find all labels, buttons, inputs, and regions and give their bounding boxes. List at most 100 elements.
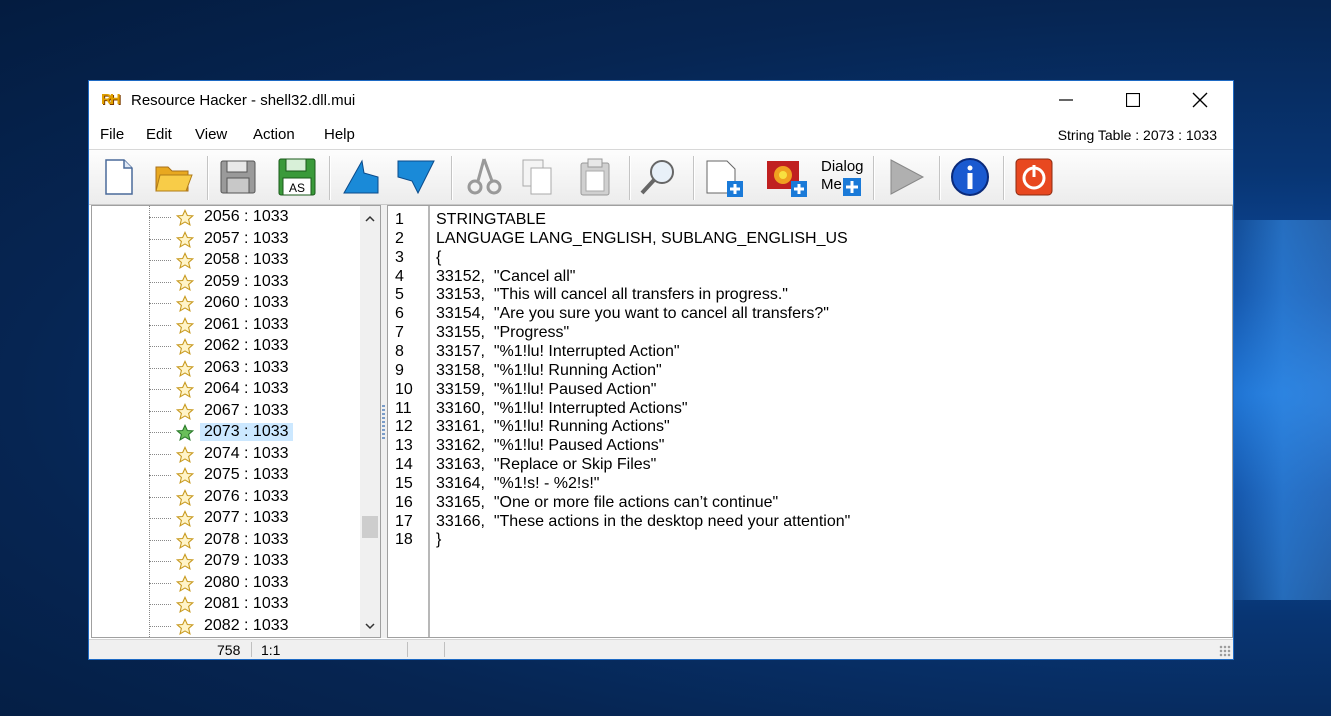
cut-button[interactable] <box>463 156 505 198</box>
line-number: 4 <box>395 267 404 285</box>
menu-view[interactable]: View <box>195 126 227 143</box>
save-as-button[interactable]: AS <box>276 156 318 198</box>
star-icon <box>176 617 194 635</box>
tree-item[interactable]: 2076 : 1033 <box>92 487 362 508</box>
line-number: 14 <box>395 456 413 474</box>
menu-help[interactable]: Help <box>324 126 355 143</box>
open-folder-icon <box>155 166 193 192</box>
save-button[interactable] <box>217 156 259 198</box>
forward-arrow-icon <box>397 160 435 195</box>
code-line: 33166, "These actions in the desktop nee… <box>436 512 851 530</box>
tree-item[interactable]: 2063 : 1033 <box>92 358 362 379</box>
tree-item[interactable]: 2074 : 1033 <box>92 444 362 465</box>
minimize-icon <box>1059 99 1073 101</box>
star-icon <box>176 467 194 484</box>
tree-item[interactable]: 2081 : 1033 <box>92 594 362 615</box>
tree-item-label: 2063 : 1033 <box>204 358 289 376</box>
script-editor[interactable]: 1 2 3 4 5 6 7 8 9 10 11 12 13 14 15 16 17 18 STRINGTABLE L… <box>387 205 1233 638</box>
tree-item[interactable]: 2079 : 1033 <box>92 551 362 572</box>
star-icon <box>176 445 194 463</box>
maximize-icon <box>1126 93 1140 107</box>
line-number: 3 <box>395 248 404 266</box>
tree-item-label: 2077 : 1033 <box>204 509 289 526</box>
code-line: 33153, "This will cancel all transfers i… <box>436 286 788 304</box>
status-bar: 758 1:1 <box>89 639 1233 659</box>
add-resource-button[interactable] <box>703 156 745 198</box>
tree-scrollbar[interactable] <box>360 206 380 637</box>
open-button[interactable] <box>153 156 195 198</box>
add-dialog-menu-button[interactable]: Dialog Me <box>817 156 865 198</box>
line-number: 11 <box>395 399 412 417</box>
code-line: { <box>436 248 442 266</box>
scroll-up-button[interactable] <box>360 208 380 228</box>
tree-item[interactable]: 2056 : 1033 <box>92 207 362 228</box>
exit-button[interactable] <box>1013 156 1055 198</box>
code-line: 33163, "Replace or Skip Files" <box>436 456 657 474</box>
star-icon <box>176 531 194 549</box>
tree-item[interactable]: 2067 : 1033 <box>92 401 362 422</box>
tree-item[interactable]: 2062 : 1033 <box>92 336 362 357</box>
forward-button[interactable] <box>395 156 437 198</box>
run-button[interactable] <box>885 156 927 198</box>
tree-item[interactable]: 2078 : 1033 <box>92 530 362 551</box>
maximize-button[interactable] <box>1110 81 1156 119</box>
star-icon <box>176 316 194 334</box>
tree-item[interactable]: 2073 : 1033 <box>92 422 362 443</box>
info-button[interactable] <box>949 156 991 198</box>
line-number: 13 <box>395 437 413 455</box>
tree-item[interactable]: 2075 : 1033 <box>92 465 362 486</box>
tree-item[interactable]: 2082 : 1033 <box>92 616 362 637</box>
new-file-icon <box>105 159 133 195</box>
tree-item[interactable]: 2077 : 1033 <box>92 508 362 529</box>
tree-item-label: 2078 : 1033 <box>204 530 289 548</box>
code-line: 33152, "Cancel all" <box>436 267 576 285</box>
tree-item-label: 2059 : 1033 <box>204 272 289 290</box>
resource-path-status: String Table : 2073 : 1033 <box>1057 127 1217 143</box>
tree-item[interactable]: 2058 : 1033 <box>92 250 362 271</box>
star-icon <box>176 252 194 269</box>
line-number: 16 <box>395 493 413 511</box>
scroll-thumb[interactable] <box>362 516 378 538</box>
code-line: 33162, "%1!lu! Paused Actions" <box>436 437 665 455</box>
menu-file[interactable]: File <box>100 126 124 143</box>
star-icon <box>176 596 194 613</box>
tree-item[interactable]: 2061 : 1033 <box>92 315 362 336</box>
back-button[interactable] <box>339 156 381 198</box>
resource-tree[interactable]: 2056 : 1033 2057 : 1033 2058 : 1033 2059 : … <box>91 205 381 638</box>
line-number: 8 <box>395 342 404 360</box>
line-number: 10 <box>395 380 413 398</box>
line-number: 6 <box>395 305 404 323</box>
minimize-button[interactable] <box>1043 81 1089 119</box>
new-button[interactable] <box>98 156 140 198</box>
code-line: } <box>436 531 442 549</box>
toolbar: AS Dialog Me <box>89 149 1233 205</box>
tree-item[interactable]: 2060 : 1033 <box>92 293 362 314</box>
add-resource-icon <box>706 160 743 197</box>
menu-edit[interactable]: Edit <box>146 126 172 143</box>
star-icon <box>176 381 194 398</box>
find-button[interactable] <box>637 156 679 198</box>
save-icon <box>220 160 256 194</box>
star-icon <box>176 230 194 248</box>
line-number: 12 <box>395 418 413 436</box>
star-icon <box>176 295 194 312</box>
add-image-button[interactable] <box>765 156 807 198</box>
run-icon <box>890 159 925 195</box>
line-number-gutter: 1 2 3 4 5 6 7 8 9 10 11 12 13 14 15 16 17 18 <box>388 206 430 637</box>
tree-item-label: 2076 : 1033 <box>204 487 289 505</box>
add-image-icon <box>767 161 807 197</box>
paste-button[interactable] <box>574 156 616 198</box>
tree-item-label: 2064 : 1033 <box>204 380 289 397</box>
tree-item[interactable]: 2059 : 1033 <box>92 272 362 293</box>
tree-item[interactable]: 2080 : 1033 <box>92 573 362 594</box>
star-icon <box>176 273 194 291</box>
size-grip[interactable] <box>1219 645 1231 657</box>
tree-item-label: 2075 : 1033 <box>204 466 289 483</box>
close-button[interactable] <box>1177 81 1223 119</box>
tree-item[interactable]: 2057 : 1033 <box>92 229 362 250</box>
line-number: 17 <box>395 512 413 530</box>
scroll-down-button[interactable] <box>360 616 380 636</box>
tree-item[interactable]: 2064 : 1033 <box>92 379 362 400</box>
menu-action[interactable]: Action <box>253 126 295 143</box>
copy-button[interactable] <box>517 156 559 198</box>
